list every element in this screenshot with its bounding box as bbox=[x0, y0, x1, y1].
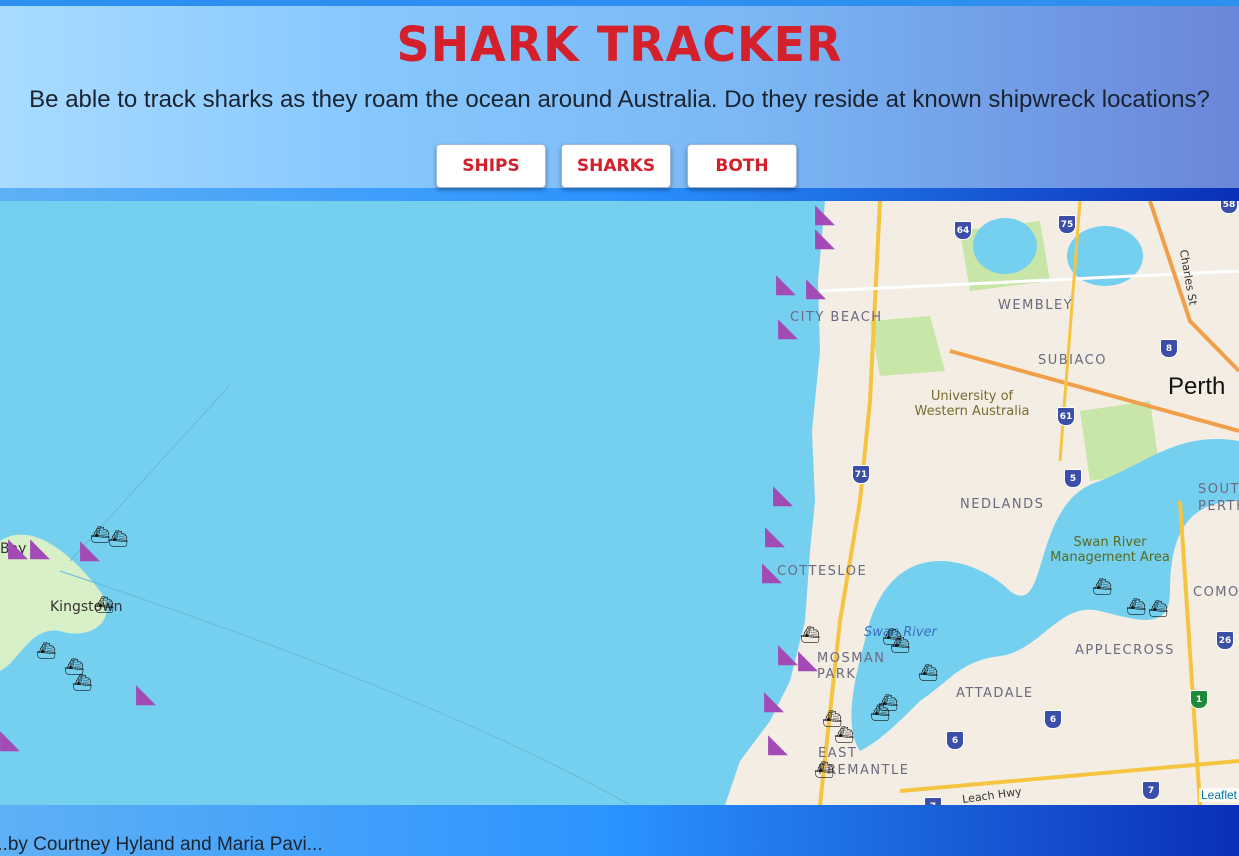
suburb-label-attadale: ATTADALE bbox=[956, 686, 1034, 701]
ship-icon[interactable]: ⛴ bbox=[890, 637, 910, 653]
ship-icon[interactable]: ⛴ bbox=[800, 627, 820, 643]
suburb-label-como: COMO bbox=[1193, 585, 1239, 600]
map-attribution-link[interactable]: Leaflet bbox=[1198, 788, 1239, 802]
footer-credit: ...by Courtney Hyland and Maria Pavi... bbox=[0, 834, 323, 855]
ship-icon[interactable]: ⛴ bbox=[108, 531, 128, 547]
header: SHARK TRACKER Be able to track sharks as… bbox=[0, 0, 1239, 188]
label-uwa: University of Western Australia bbox=[914, 389, 1030, 419]
ship-icon[interactable]: ⛴ bbox=[1126, 599, 1146, 615]
road-shield: 7 bbox=[1142, 781, 1160, 800]
suburb-label-nedlands: NEDLANDS bbox=[960, 497, 1045, 512]
shark-fin-icon[interactable]: ◣ bbox=[806, 275, 826, 301]
road-shield: 26 bbox=[1216, 631, 1234, 650]
shark-fin-icon[interactable]: ◣ bbox=[765, 523, 785, 549]
shark-fin-icon[interactable]: ◣ bbox=[773, 482, 793, 508]
shark-fin-icon[interactable]: ◣ bbox=[776, 271, 796, 297]
shark-fin-icon[interactable]: ◣ bbox=[764, 688, 784, 714]
road-shield: 6 bbox=[946, 731, 964, 750]
suburb-label-east-fremantle: EAST FREMANTLE bbox=[818, 746, 910, 778]
ship-icon[interactable]: ⛴ bbox=[94, 597, 114, 613]
suburb-label-wembley: WEMBLEY bbox=[998, 298, 1074, 313]
ship-icon[interactable]: ⛴ bbox=[1148, 601, 1168, 617]
both-button[interactable]: BOTH bbox=[687, 144, 797, 188]
ship-icon[interactable]: ⛴ bbox=[870, 705, 890, 721]
city-label-perth: Perth bbox=[1168, 373, 1226, 400]
ship-icon[interactable]: ⛴ bbox=[72, 675, 92, 691]
map[interactable]: WEMBLEY CITY BEACH SUBIACO Perth Univers… bbox=[0, 201, 1239, 805]
page-subtitle: Be able to track sharks as they roam the… bbox=[29, 86, 1210, 113]
shark-fin-icon[interactable]: ◣ bbox=[136, 681, 156, 707]
road-shield: 1 bbox=[1190, 690, 1208, 709]
road-shield: 75 bbox=[1058, 215, 1076, 234]
suburb-label-applecross: APPLECROSS bbox=[1075, 643, 1175, 658]
shark-fin-icon[interactable]: ◣ bbox=[0, 727, 20, 753]
ship-icon[interactable]: ⛴ bbox=[918, 665, 938, 681]
suburb-label-cottesloe: COTTESLOE bbox=[777, 564, 868, 579]
road-shield: 6 bbox=[1044, 710, 1062, 729]
road-shield: 8 bbox=[1160, 339, 1178, 358]
ship-icon[interactable]: ⛴ bbox=[814, 762, 834, 778]
label-swan-river-area: Swan River Management Area bbox=[1050, 535, 1170, 565]
shark-fin-icon[interactable]: ◣ bbox=[778, 315, 798, 341]
suburb-label-subiaco: SUBIACO bbox=[1038, 353, 1107, 368]
shark-fin-icon[interactable]: ◣ bbox=[762, 559, 782, 585]
shark-fin-icon[interactable]: ◣ bbox=[768, 731, 788, 757]
road-shield: 71 bbox=[852, 465, 870, 484]
suburb-label-south-perth: SOUTH PERTH bbox=[1198, 482, 1239, 514]
ship-icon[interactable]: ⛴ bbox=[36, 643, 56, 659]
road-shield: 5 bbox=[1064, 469, 1082, 488]
ships-button[interactable]: SHIPS bbox=[436, 144, 546, 188]
road-shield: 7 bbox=[924, 797, 942, 805]
shark-fin-icon[interactable]: ◣ bbox=[815, 225, 835, 251]
ship-icon[interactable]: ⛴ bbox=[1092, 579, 1112, 595]
shark-fin-icon[interactable]: ◣ bbox=[778, 641, 798, 667]
shark-fin-icon[interactable]: ◣ bbox=[8, 535, 28, 561]
shark-fin-icon[interactable]: ◣ bbox=[30, 535, 50, 561]
road-shield: 64 bbox=[954, 221, 972, 240]
shark-fin-icon[interactable]: ◣ bbox=[798, 647, 818, 673]
suburb-label-city-beach: CITY BEACH bbox=[790, 310, 883, 325]
suburb-label-mosman-park: MOSMAN PARK bbox=[817, 651, 886, 682]
ship-icon[interactable]: ⛴ bbox=[834, 727, 854, 743]
page-title: SHARK TRACKER bbox=[396, 15, 843, 73]
road-shield: 61 bbox=[1057, 407, 1075, 426]
sharks-button[interactable]: SHARKS bbox=[561, 144, 671, 188]
